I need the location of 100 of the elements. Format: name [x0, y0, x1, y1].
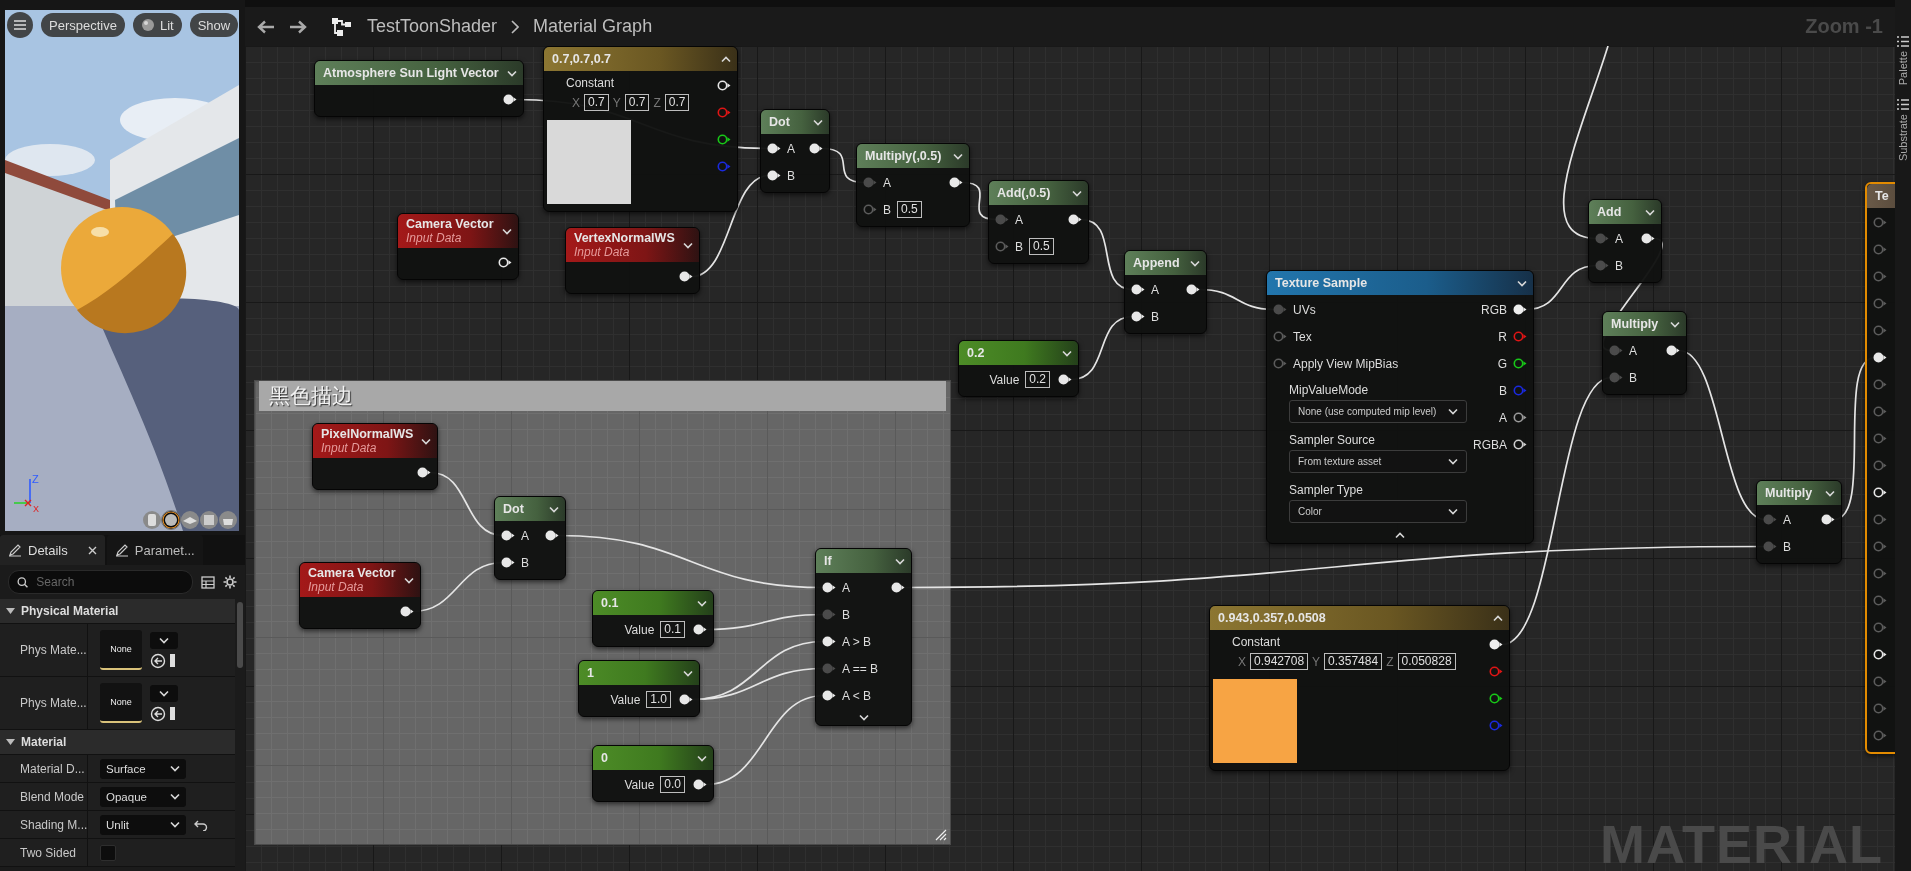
pin-icon[interactable] [1641, 233, 1655, 244]
pin-icon[interactable] [545, 530, 559, 541]
chevron-down-icon[interactable] [858, 714, 869, 721]
graph-node[interactable]: Multiply(,0.5) A B 0.5 [856, 143, 970, 227]
graph-node[interactable]: 0.7,0.7,0.7 Constant X 0.7 Y 0.7 Z 0.7 [543, 46, 738, 212]
value-field[interactable]: 0.7 [624, 94, 650, 111]
chevron-down-icon[interactable] [549, 505, 559, 513]
pin-icon[interactable] [1186, 284, 1200, 295]
panel-tab[interactable]: Details [0, 535, 105, 565]
graph-node[interactable]: 1 Value 1.0 [578, 660, 700, 717]
chevron-down-icon[interactable] [170, 793, 180, 800]
sphere-icon[interactable] [162, 511, 180, 529]
value-field[interactable]: 0.5 [1029, 238, 1054, 255]
pin-icon[interactable] [1666, 345, 1680, 356]
pin-icon[interactable] [891, 582, 905, 593]
pin-icon[interactable] [717, 80, 731, 91]
graph-node[interactable]: Multiply A B [1602, 311, 1687, 395]
pin-icon[interactable] [767, 170, 781, 181]
graph-node[interactable]: If A B A > B A == B A < B [815, 548, 912, 726]
chevron-down-icon[interactable] [813, 118, 823, 126]
graph-node[interactable]: 0.2 Value 0.2 [958, 340, 1079, 397]
pin-icon[interactable] [1131, 284, 1145, 295]
pin-icon[interactable] [1873, 352, 1887, 363]
checkbox[interactable] [100, 844, 116, 861]
chevron-down-icon[interactable] [1072, 189, 1082, 197]
value-field[interactable]: 0.2 [1025, 371, 1050, 388]
value-field[interactable]: 0.7 [584, 94, 609, 111]
dropdown[interactable]: Opaque [100, 786, 186, 807]
value-field[interactable]: 0.357484 [1324, 653, 1383, 670]
graph-node[interactable]: Dot A B [760, 109, 830, 193]
chevron-down-icon[interactable] [1645, 208, 1655, 216]
chevron-down-icon[interactable] [501, 227, 512, 235]
dropdown[interactable]: Surface [100, 758, 186, 779]
pin-icon[interactable] [497, 257, 512, 268]
chevron-down-icon[interactable] [159, 636, 169, 644]
chevron-down-icon[interactable] [697, 754, 707, 762]
pin-icon[interactable] [1489, 639, 1503, 650]
pin-icon[interactable] [1821, 514, 1835, 525]
pin-icon[interactable] [822, 582, 836, 593]
pin-icon[interactable] [417, 467, 432, 478]
graph-node[interactable]: Texture Sample UVs Tex Apply View MipBias MipValueMode None (use computed mip level) Sampler Source From texture asset Sampler Type Color RGB R G B A RGBA [1266, 270, 1534, 544]
chevron-down-icon[interactable] [1448, 458, 1458, 465]
pin-icon[interactable] [693, 779, 707, 790]
chevron-down-icon[interactable] [953, 152, 963, 160]
side-tab[interactable]: Palette [1897, 36, 1909, 86]
caret-icon[interactable] [6, 607, 15, 615]
asset-thumbnail[interactable]: None [100, 683, 142, 723]
breadcrumb[interactable]: TestToonShader [367, 16, 498, 37]
chevron-down-icon[interactable] [895, 557, 905, 565]
graph-node[interactable]: Append A B [1124, 250, 1207, 334]
pin-icon[interactable] [1513, 439, 1527, 450]
graph-node[interactable]: Dot A B [494, 496, 566, 580]
settings-icon[interactable] [223, 575, 237, 589]
panel-tab[interactable]: Paramet... [106, 535, 203, 565]
chevron-down-icon[interactable] [170, 821, 180, 828]
pin-icon[interactable] [1489, 693, 1503, 704]
arrow-left-circle-icon[interactable] [150, 705, 166, 722]
table-view-icon[interactable] [201, 575, 215, 589]
chevron-down-icon[interactable] [1825, 489, 1835, 497]
graph-canvas[interactable] [245, 46, 1895, 871]
pin-icon[interactable] [1873, 487, 1887, 498]
pin-icon[interactable] [679, 694, 693, 705]
graph-node[interactable]: Add A B [1588, 199, 1662, 283]
reset-arrow-icon[interactable] [194, 818, 208, 831]
dropdown[interactable]: Color [1289, 500, 1467, 523]
value-field[interactable]: 0.5 [897, 201, 922, 218]
graph-node[interactable]: Te [1865, 182, 1895, 754]
pin-icon[interactable] [1873, 649, 1887, 660]
pin-icon[interactable] [678, 271, 693, 282]
dropdown[interactable]: Unlit [100, 814, 186, 835]
chevron-down-icon[interactable] [1448, 408, 1458, 415]
graph-node[interactable]: 0.1 Value 0.1 [592, 590, 714, 647]
close-icon[interactable] [87, 545, 97, 555]
pin-icon[interactable] [1058, 374, 1072, 385]
chevron-up-icon[interactable] [721, 55, 731, 63]
side-tab[interactable]: Substrate [1897, 99, 1909, 162]
chevron-down-icon[interactable] [1062, 349, 1072, 357]
pin-icon[interactable] [822, 636, 836, 647]
value-field[interactable]: 0.0 [660, 776, 685, 793]
viewport-button[interactable]: Lit [132, 13, 182, 37]
graph-node[interactable]: 0.943,0.357,0.0508 Constant X 0.942708 Y 0.357484 Z 0.050828 [1209, 605, 1510, 771]
pin-icon[interactable] [1131, 311, 1145, 322]
graph-node[interactable]: Multiply A B [1756, 480, 1842, 564]
chevron-down-icon[interactable] [1190, 259, 1200, 267]
scrollbar[interactable] [237, 602, 243, 668]
viewport-button[interactable]: Perspective [41, 13, 125, 37]
chevron-up-icon[interactable] [1493, 614, 1503, 622]
pin-icon[interactable] [501, 557, 515, 568]
pin-icon[interactable] [399, 606, 414, 617]
value-field[interactable]: 1.0 [646, 691, 671, 708]
graph-node[interactable]: 0 Value 0.0 [592, 745, 714, 802]
graph-node[interactable]: Camera Vector Input Data [397, 213, 519, 280]
chevron-down-icon[interactable] [170, 765, 180, 772]
pin-icon[interactable] [501, 530, 515, 541]
chevron-down-icon[interactable] [697, 599, 707, 607]
combo-button[interactable] [150, 684, 178, 702]
dropdown[interactable]: From texture asset [1289, 450, 1467, 473]
asset-thumbnail[interactable]: None [100, 630, 142, 670]
graph-node[interactable]: Camera Vector Input Data [299, 562, 421, 629]
chevron-down-icon[interactable] [682, 241, 693, 249]
